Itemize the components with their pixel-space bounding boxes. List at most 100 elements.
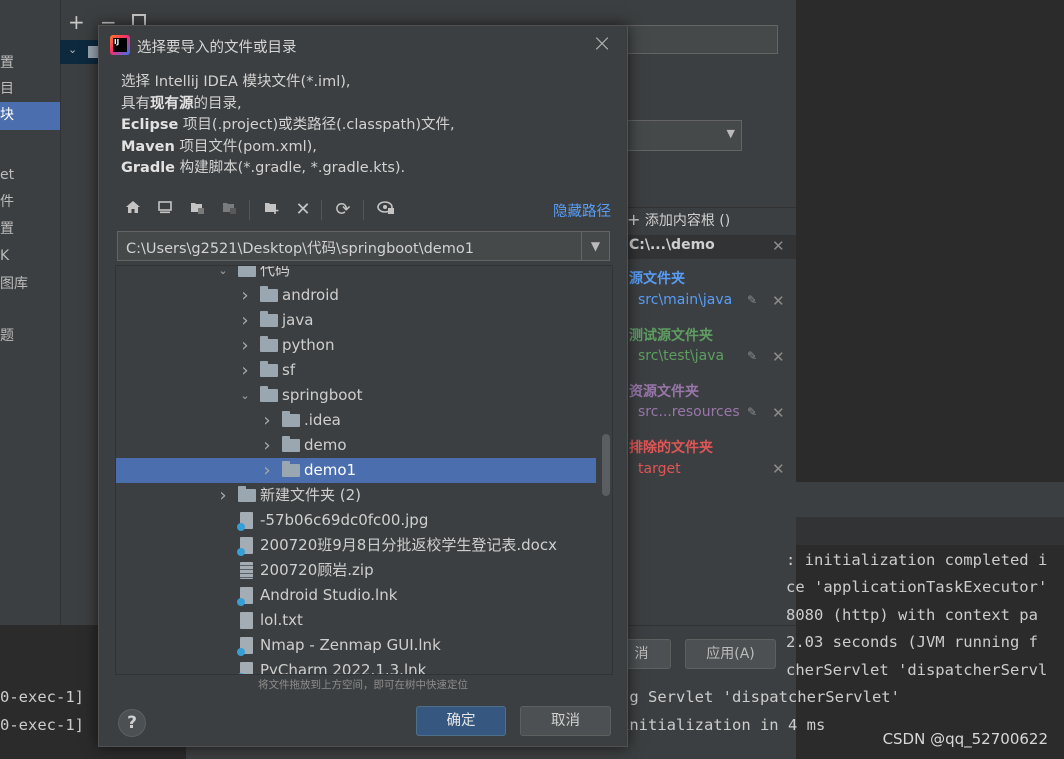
module-folder-icon[interactable] xyxy=(217,198,241,222)
tree-row[interactable]: Nmap - Zenmap GUI.lnk xyxy=(116,633,596,658)
settings-apply-button[interactable]: 应用(A) xyxy=(685,639,776,669)
path-combobox[interactable]: C:\Users\g2521\Desktop\代码\springboot\dem… xyxy=(117,231,610,261)
chevron-right-icon[interactable]: › xyxy=(238,283,252,308)
edit-icon[interactable]: ✎ xyxy=(747,349,757,363)
desc-text: 构建脚本(*.gradle, *.gradle.kts). xyxy=(175,160,406,176)
tree-row-label: springboot xyxy=(282,386,363,404)
help-button[interactable]: ? xyxy=(118,709,146,737)
sidebar-item[interactable]: 置 xyxy=(0,50,60,76)
tree-row[interactable]: › demo1 xyxy=(116,458,596,483)
tests-title: 测试源文件夹 xyxy=(629,328,713,344)
close-icon[interactable]: ✕ xyxy=(772,237,785,255)
desc-text: 项目(.project)或类路径(.classpath)文件, xyxy=(178,117,455,133)
new-folder-icon[interactable] xyxy=(259,198,283,222)
link-file-icon xyxy=(237,587,253,606)
desc-bold: Eclipse xyxy=(121,117,179,133)
tree-row[interactable]: ⌄ springboot xyxy=(116,383,596,408)
tree-row[interactable]: › sf xyxy=(116,358,596,383)
tree-row[interactable]: › android xyxy=(116,283,596,308)
tree-row-label: PyCharm 2022.1.3.lnk xyxy=(260,661,427,675)
tree-row[interactable]: 200720班9月8日分批返校学生登记表.docx xyxy=(116,533,596,558)
link-file-icon xyxy=(237,662,253,674)
desc-line: 选择 Intellij IDEA 模块文件(*.iml), xyxy=(121,72,455,94)
sidebar-item[interactable]: 置 xyxy=(0,216,60,242)
path-input[interactable]: C:\Users\g2521\Desktop\代码\springboot\dem… xyxy=(126,237,474,258)
tree-row[interactable]: › .idea xyxy=(116,408,596,433)
content-root-label: C:\...\demo xyxy=(629,237,715,253)
tree-row[interactable]: lol.txt xyxy=(116,608,596,633)
desc-bold: Maven xyxy=(121,138,175,155)
desktop-icon[interactable] xyxy=(153,198,177,222)
chevron-down-icon: ▼ xyxy=(726,127,735,140)
sidebar-item-modules[interactable]: 块 xyxy=(0,102,60,130)
doc-file-icon xyxy=(237,537,253,556)
home-icon[interactable] xyxy=(121,198,145,222)
chevron-right-icon[interactable]: › xyxy=(260,458,274,483)
text-file-icon xyxy=(240,612,253,629)
tree-row[interactable]: › demo xyxy=(116,433,596,458)
tree-row[interactable]: › python xyxy=(116,333,596,358)
tree-row-label: 代码 xyxy=(260,265,291,279)
file-tree[interactable]: ⌄ 代码 › android › java › python › sf ⌄ springboot › .i… xyxy=(115,265,613,675)
sidebar-item[interactable]: 件 xyxy=(0,189,60,215)
edit-icon[interactable]: ✎ xyxy=(747,405,757,419)
sidebar-item[interactable]: 题 xyxy=(0,323,60,349)
close-icon[interactable]: ✕ xyxy=(772,460,785,478)
tree-row-label: python xyxy=(282,336,335,354)
cancel-button[interactable]: 取消 xyxy=(520,706,611,736)
dialog-title: 选择要导入的文件或目录 xyxy=(137,40,297,56)
chevron-right-icon[interactable]: › xyxy=(238,333,252,358)
tree-row[interactable]: Android Studio.lnk xyxy=(116,583,596,608)
chevron-down-icon[interactable]: ▼ xyxy=(581,232,609,260)
tree-row-label: sf xyxy=(282,361,296,379)
folder-icon xyxy=(282,411,300,427)
tree-row[interactable]: PyCharm 2022.1.3.lnk xyxy=(116,658,596,675)
chevron-right-icon[interactable]: › xyxy=(260,408,274,433)
tree-row[interactable]: › java xyxy=(116,308,596,333)
chevron-down-icon[interactable]: ⌄ xyxy=(216,266,230,283)
desc-line: Eclipse 项目(.project)或类路径(.classpath)文件, xyxy=(121,115,455,137)
sidebar-item[interactable]: K xyxy=(0,243,60,269)
sidebar-item[interactable]: 目 xyxy=(0,76,60,102)
hide-path-link[interactable]: 隐藏路径 xyxy=(553,200,611,221)
folder-icon xyxy=(282,436,300,452)
close-icon[interactable]: ✕ xyxy=(772,404,785,422)
project-folder-icon[interactable] xyxy=(185,198,209,222)
chevron-down-icon[interactable]: ⌄ xyxy=(238,383,252,408)
dialog-title-bar[interactable]: IJ 选择要导入的文件或目录 × xyxy=(99,26,627,64)
folder-icon xyxy=(260,311,278,327)
chevron-right-icon[interactable]: › xyxy=(216,483,230,508)
tree-row-label: demo1 xyxy=(304,461,357,479)
console-line: cherServlet 'dispatcherServl xyxy=(786,661,1048,679)
tree-row-label: lol.txt xyxy=(260,611,303,629)
console-line: 8080 (http) with context pa xyxy=(786,606,1038,624)
close-icon[interactable]: ✕ xyxy=(772,348,785,366)
close-icon[interactable]: × xyxy=(589,31,615,57)
add-content-root-link[interactable]: + 添加内容根 () xyxy=(627,210,730,230)
desc-bold: 现有源 xyxy=(150,95,194,112)
chevron-right-icon[interactable]: › xyxy=(260,433,274,458)
tree-row[interactable]: › 新建文件夹 (2) xyxy=(116,483,596,508)
desc-text: 选择 Intellij IDEA 模块文件(*.iml), xyxy=(121,74,351,90)
module-name-field[interactable] xyxy=(610,25,778,54)
sources-path: src\main\java xyxy=(638,292,733,308)
folder-icon xyxy=(260,336,278,352)
ok-button[interactable]: 确定 xyxy=(416,706,506,736)
tree-row[interactable]: ⌄ 代码 xyxy=(116,265,596,283)
delete-icon[interactable]: ✕ xyxy=(291,198,315,222)
show-hidden-icon[interactable] xyxy=(374,198,398,222)
tree-scrollbar[interactable] xyxy=(602,434,610,496)
tree-row[interactable]: -57b06c69dc0fc00.jpg xyxy=(116,508,596,533)
sidebar-item[interactable]: 图库 xyxy=(0,271,60,297)
edit-icon[interactable]: ✎ xyxy=(747,293,757,307)
add-icon: + xyxy=(627,210,641,229)
sidebar-item[interactable]: et xyxy=(0,162,60,188)
chevron-right-icon[interactable]: › xyxy=(238,358,252,383)
refresh-icon[interactable]: ⟳ xyxy=(331,198,355,222)
tree-row[interactable]: 200720顾岩.zip xyxy=(116,558,596,583)
app-icon-text: IJ xyxy=(113,38,127,52)
close-icon[interactable]: ✕ xyxy=(772,292,785,310)
sdk-combo[interactable]: ▼ xyxy=(610,120,742,151)
chevron-right-icon[interactable]: › xyxy=(238,308,252,333)
add-icon[interactable]: + xyxy=(68,10,85,34)
